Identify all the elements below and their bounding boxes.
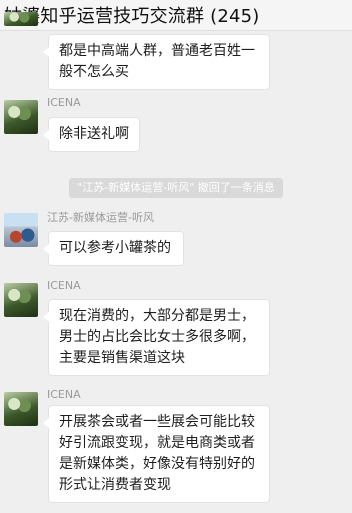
message-text: 可以参考小罐茶的 — [59, 240, 171, 256]
avatar[interactable] — [4, 283, 38, 317]
message-text: 般不怎么买 — [59, 64, 129, 80]
sender-name: 江苏-新媒体运营-听风 — [47, 211, 154, 224]
message-bubble[interactable]: 除非送礼啊 — [43, 117, 140, 152]
message-text: 好引流跟变现，就是电商类或者 — [59, 435, 255, 451]
message-text: 开展茶会或者一些展会可能比较 — [59, 414, 255, 430]
chat-header: 姑婆知乎运营技巧交流群 (245) — [0, 0, 352, 31]
message-text: 男士的占比会比女士多很多啊， — [59, 329, 255, 345]
recall-notice: "江苏-新媒体运营-听风" 撤回了一条消息 — [0, 176, 352, 198]
system-message: "江苏-新媒体运营-听风" 撤回了一条消息 — [69, 178, 283, 198]
message-bubble[interactable]: 开展茶会或者一些展会可能比较 好引流跟变现，就是电商类或者 是新媒体类，好像没有… — [43, 405, 270, 503]
avatar[interactable] — [4, 100, 38, 134]
message-bubble[interactable]: 都是中高端人群，普通老百姓一 般不怎么买 — [43, 34, 270, 90]
message-text: 现在消费的，大部分都是男士， — [59, 308, 255, 324]
group-title[interactable]: 姑婆知乎运营技巧交流群 (245) — [4, 2, 260, 28]
message-bubble[interactable]: 可以参考小罐茶的 — [43, 231, 184, 266]
sender-name: ICENA — [47, 279, 81, 292]
sender-name: ICENA — [47, 388, 81, 401]
message-text: 是新媒体类，好像没有特别好的 — [59, 456, 255, 472]
message-bubble[interactable]: 现在消费的，大部分都是男士， 男士的占比会比女士多很多啊， 主要是销售渠道这块 — [43, 299, 270, 376]
message-text: 形式让消费者变现 — [59, 477, 171, 493]
message-text: 除非送礼啊 — [59, 126, 129, 142]
avatar[interactable] — [4, 12, 38, 26]
message-text: 都是中高端人群，普通老百姓一 — [59, 43, 255, 59]
message-text: 主要是销售渠道这块 — [59, 350, 185, 366]
avatar[interactable] — [4, 213, 38, 247]
avatar[interactable] — [4, 392, 38, 426]
sender-name: ICENA — [47, 96, 81, 109]
